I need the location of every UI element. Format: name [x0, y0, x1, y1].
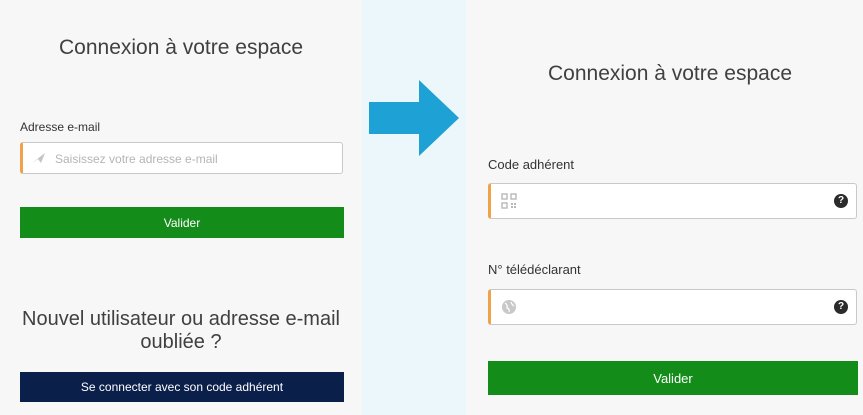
qr-code-icon [501, 193, 517, 209]
submit-button[interactable]: Valider [488, 361, 858, 395]
help-icon[interactable]: ? [834, 194, 848, 208]
help-icon[interactable]: ? [834, 300, 848, 314]
login-with-member-code-button[interactable]: Se connecter avec son code adhérent [20, 372, 344, 402]
member-code-field[interactable]: ? [488, 183, 857, 220]
globe-icon [502, 300, 516, 314]
email-input[interactable] [53, 143, 337, 175]
new-user-heading: Nouvel utilisateur ou adresse e-mail oub… [22, 308, 340, 353]
teledeclarant-input[interactable] [527, 290, 831, 326]
email-field[interactable] [20, 142, 343, 175]
login-panel-before: Connexion à votre espace Adresse e-mail … [0, 0, 362, 415]
member-code-label: Code adhérent [488, 157, 575, 172]
login-title: Connexion à votre espace [59, 36, 303, 59]
teledeclarant-field[interactable]: ? [488, 289, 857, 326]
email-label: Adresse e-mail [20, 120, 101, 134]
arrow-right-icon [369, 80, 459, 156]
teledeclarant-label: N° télédéclarant [488, 262, 581, 277]
login-panel-after: Connexion à votre espace Code adhérent ?… [466, 0, 863, 415]
login-title: Connexion à votre espace [548, 62, 792, 85]
member-code-input[interactable] [527, 184, 831, 220]
send-icon [32, 153, 45, 163]
submit-button[interactable]: Valider [20, 207, 344, 238]
